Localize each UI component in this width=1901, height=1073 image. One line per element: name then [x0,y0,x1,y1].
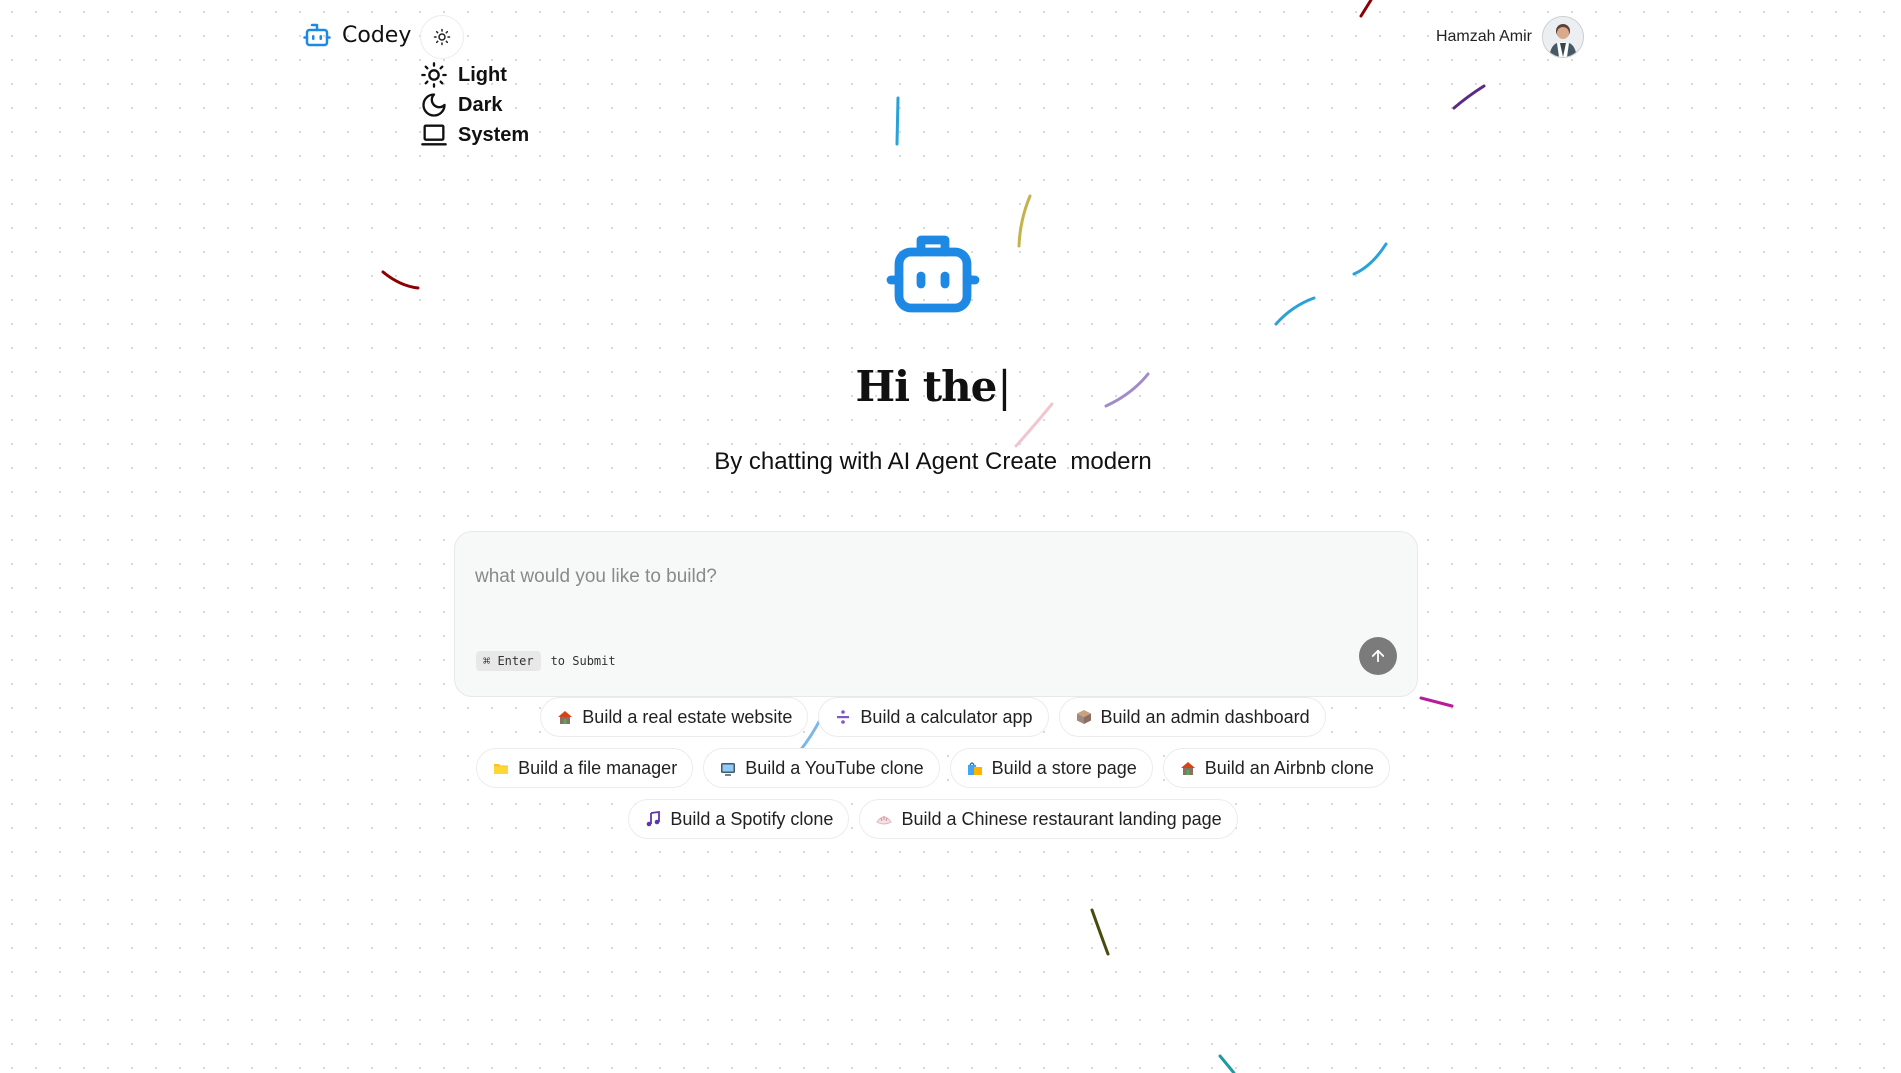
music-note-icon [647,810,661,827]
suggestion-chip[interactable]: Build a Spotify clone [628,799,850,839]
hero-title: Hi the| [0,362,1866,411]
folder-icon [494,764,509,774]
suggestion-row: Build a real estate website Build a calc… [0,697,1866,737]
typing-caret: | [997,362,1011,411]
arrow-up-icon [1371,649,1385,663]
hero-subtitle: By chatting with AI Agent Create modern [714,448,1152,475]
shopping-bags-icon [967,762,982,775]
user-menu[interactable]: Hamzah Amir [1436,16,1584,58]
user-name: Hamzah Amir [1435,28,1532,45]
suggestion-label: Build a store page [991,757,1137,778]
suggestion-chip[interactable]: Build a file manager [476,748,694,788]
brand-logo[interactable]: Codey [302,20,411,50]
suggestion-chip[interactable]: Build a real estate website [540,697,809,737]
theme-option-label: Light [458,63,507,86]
submit-hint: ⌘ Enter to Submit [476,651,616,671]
suggestion-label: Build a real estate website [582,706,793,727]
suggestion-chip[interactable]: Build a calculator app [818,697,1049,737]
theme-option-label: Dark [458,93,503,116]
package-icon [1076,710,1091,724]
suggestion-chip[interactable]: Build a Chinese restaurant landing page [859,799,1238,839]
laptop-icon [421,124,447,146]
theme-menu: Light Dark System [420,60,529,150]
bot-icon [303,23,331,47]
avatar-image [1543,17,1583,57]
prompt-box: ⌘ Enter to Submit [454,531,1418,697]
moon-icon [422,93,446,117]
brand-name: Codey [342,22,412,48]
suggestion-label: Build a Spotify clone [670,808,834,829]
suggestion-chip[interactable]: Build an Airbnb clone [1162,748,1390,788]
avatar[interactable] [1542,16,1584,58]
suggestion-label: Build a Chinese restaurant landing page [901,808,1222,829]
send-button[interactable] [1359,637,1397,675]
house-icon [1180,762,1195,775]
suggestion-label: Build an Airbnb clone [1204,757,1374,778]
suggestion-label: Build a YouTube clone [745,757,924,778]
shortcut-key: ⌘ Enter [476,651,541,671]
theme-option-dark[interactable]: Dark [420,90,529,120]
suggestion-row: Build a file manager Build a YouTube clo… [0,748,1866,788]
bot-icon [886,235,980,313]
suggestion-chip[interactable]: Build a store page [949,748,1153,788]
suggestion-row: Build a Spotify clone Build a Chinese re… [0,799,1866,839]
suggestion-chip[interactable]: Build a YouTube clone [703,748,940,788]
theme-option-light[interactable]: Light [420,60,529,90]
divide-icon [837,710,850,724]
suggestion-label: Build a file manager [518,757,678,778]
suggestion-label: Build an admin dashboard [1100,706,1310,727]
shortcut-text: to Submit [550,654,616,668]
suggestion-label: Build a calculator app [860,706,1033,727]
theme-option-system[interactable]: System [420,120,529,150]
dumpling-icon [876,816,893,825]
prompt-input[interactable] [473,556,1377,598]
sun-icon [433,28,451,46]
house-icon [558,711,573,724]
theme-toggle-button[interactable] [420,15,464,59]
sun-icon [421,62,447,88]
theme-option-label: System [458,123,530,146]
hero-title-text: Hi the [855,362,997,411]
suggestion-chip[interactable]: Build an admin dashboard [1058,697,1326,737]
tv-icon [721,763,736,776]
